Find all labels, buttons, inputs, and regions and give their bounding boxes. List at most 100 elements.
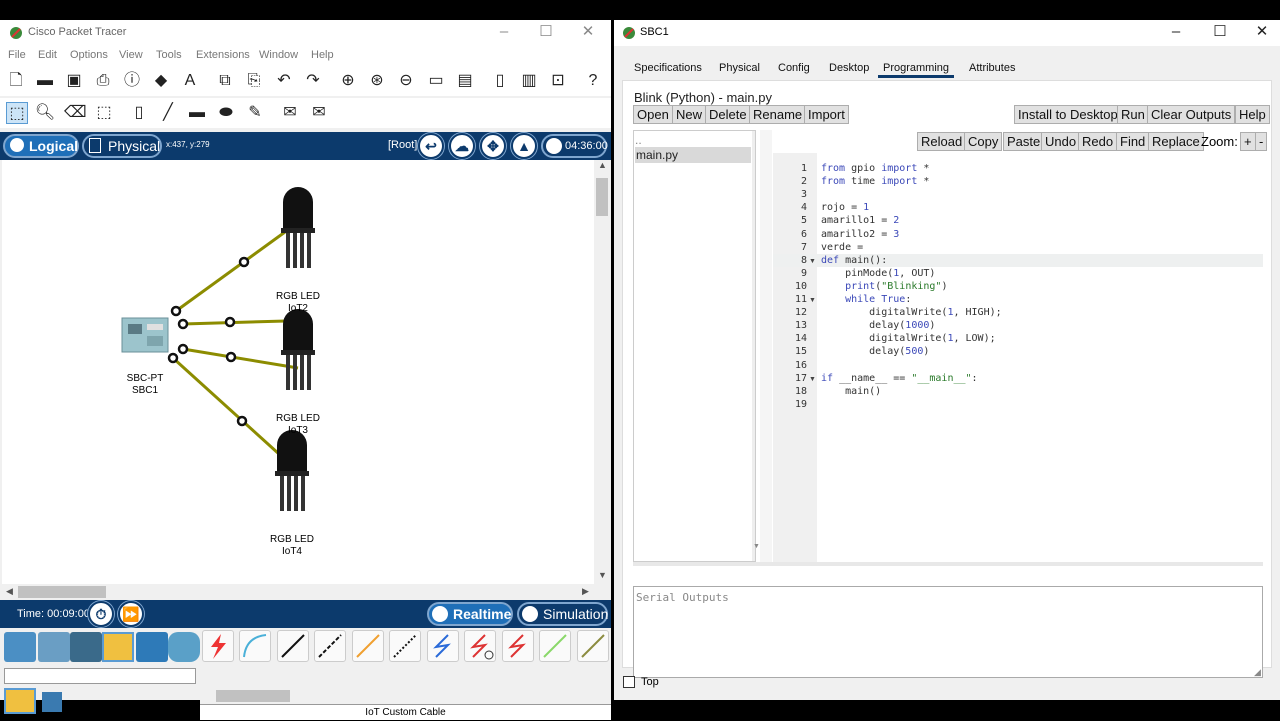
info-icon[interactable]: ⓘ xyxy=(121,70,143,92)
fold-arrow-icon[interactable]: ▼ xyxy=(809,376,816,383)
screenshot-icon[interactable]: ⊡ xyxy=(547,70,569,92)
menu-window[interactable]: Window xyxy=(259,49,298,61)
run-button[interactable]: Run xyxy=(1117,105,1149,124)
realtime-button[interactable]: Realtime xyxy=(427,602,513,626)
top-checkbox[interactable] xyxy=(623,676,635,688)
wizard-icon[interactable]: A xyxy=(179,70,201,92)
redo-icon[interactable]: ↷ xyxy=(302,70,324,92)
logical-workspace[interactable]: RGB LED IoT2 RGB LED IoT3 RGB LED IoT4 S… xyxy=(2,160,594,584)
network-info-icon[interactable]: ◆ xyxy=(150,70,172,92)
copy-button[interactable]: Copy xyxy=(964,132,1003,151)
undo-icon[interactable]: ↶ xyxy=(273,70,295,92)
new-button[interactable]: New xyxy=(672,105,707,124)
resize-grip-icon[interactable]: ◢ xyxy=(1254,667,1261,678)
complex-pdu-icon[interactable]: ✉ xyxy=(308,102,330,124)
document-icon[interactable]: ▯ xyxy=(489,70,511,92)
note-icon[interactable]: ▯ xyxy=(128,102,150,124)
connections-icon[interactable] xyxy=(102,632,134,662)
components-icon[interactable] xyxy=(70,632,102,662)
inspect-icon[interactable]: 🔍︎ xyxy=(34,102,56,124)
physical-tab[interactable]: Physical xyxy=(82,134,162,158)
menu-extensions[interactable]: Extensions xyxy=(196,49,250,61)
undo-button[interactable]: Undo xyxy=(1041,132,1081,151)
serial-outputs[interactable]: Serial Outputs ◢ xyxy=(633,586,1263,678)
menu-edit[interactable]: Edit xyxy=(38,49,57,61)
zoom-in-icon[interactable]: ⊕ xyxy=(337,70,359,92)
workspace-hscroll[interactable]: ◀ ▶ xyxy=(2,584,594,600)
device-search-input[interactable] xyxy=(4,668,196,684)
tab-physical[interactable]: Physical xyxy=(719,62,760,74)
simulation-button[interactable]: Simulation xyxy=(517,602,608,626)
power-cycle-icon[interactable]: ⏱ xyxy=(88,601,114,627)
octal-cable-icon[interactable] xyxy=(539,630,571,662)
minimize-button[interactable]: – xyxy=(482,20,526,46)
zoom-out-icon[interactable]: ⊖ xyxy=(395,70,417,92)
palette-icon[interactable]: ▭ xyxy=(425,70,447,92)
save-icon[interactable]: ▣ xyxy=(63,70,85,92)
sbc-maximize-button[interactable]: ☐ xyxy=(1198,20,1242,46)
menu-options[interactable]: Options xyxy=(70,49,108,61)
file-item-parent[interactable]: .. xyxy=(635,133,642,147)
multiuser-icon[interactable] xyxy=(168,632,200,662)
copy-icon[interactable]: ⧉ xyxy=(214,70,236,92)
rectangle-icon[interactable]: ▬ xyxy=(186,102,208,124)
sbc-board-icon[interactable] xyxy=(121,317,169,353)
end-devices-icon[interactable] xyxy=(38,632,70,662)
clear-outputs-button[interactable]: Clear Outputs xyxy=(1147,105,1236,124)
line-icon[interactable]: ╱ xyxy=(157,102,179,124)
coaxial-cable-icon[interactable] xyxy=(427,630,459,662)
delete-icon[interactable]: ⌫ xyxy=(64,102,87,124)
scroll-right-icon[interactable]: ▶ xyxy=(582,586,589,597)
replace-button[interactable]: Replace xyxy=(1148,132,1204,151)
file-item-main[interactable]: main.py xyxy=(635,147,751,163)
redo-button[interactable]: Redo xyxy=(1078,132,1118,151)
paste-icon[interactable]: ⎘ xyxy=(243,70,265,92)
misc-icon[interactable] xyxy=(136,632,168,662)
new-file-icon[interactable]: 🗋 xyxy=(5,70,27,92)
close-button[interactable]: ✕ xyxy=(566,20,610,46)
file-list-scroll-down-icon[interactable]: ▼ xyxy=(753,543,760,550)
logical-tab[interactable]: Logical xyxy=(3,134,79,158)
phone-cable-icon[interactable] xyxy=(389,630,421,662)
find-button[interactable]: Find xyxy=(1116,132,1150,151)
open-button[interactable]: Open xyxy=(633,105,673,124)
paste-button[interactable]: Paste xyxy=(1003,132,1045,151)
auto-cable-icon[interactable] xyxy=(202,630,234,662)
zoom-reset-icon[interactable]: ⊛ xyxy=(366,70,388,92)
cable-iot4[interactable] xyxy=(171,356,281,456)
serial-dce-icon[interactable] xyxy=(464,630,496,662)
fiber-cable-icon[interactable] xyxy=(352,630,384,662)
rename-button[interactable]: Rename xyxy=(749,105,807,124)
help-icon[interactable]: ? xyxy=(582,70,604,92)
import-button[interactable]: Import xyxy=(804,105,849,124)
rgb-led-iot4-icon[interactable] xyxy=(275,430,309,511)
back-icon[interactable]: ↩ xyxy=(418,133,444,159)
tab-attributes[interactable]: Attributes xyxy=(969,62,1015,74)
hscroll-thumb[interactable] xyxy=(18,586,106,598)
custom-device-icon[interactable]: ▤ xyxy=(454,70,476,92)
console-cable-icon[interactable] xyxy=(239,630,271,662)
freeform-icon[interactable]: ✎ xyxy=(244,102,266,124)
tab-specifications[interactable]: Specifications xyxy=(634,62,702,74)
resize-icon[interactable]: ⬚ xyxy=(93,102,115,124)
help-button[interactable]: Help xyxy=(1235,105,1270,124)
workspace-vscroll[interactable]: ▲ ▼ xyxy=(594,160,610,584)
scroll-left-icon[interactable]: ◀ xyxy=(6,586,13,597)
menu-file[interactable]: File xyxy=(8,49,26,61)
lightning-connections-icon[interactable] xyxy=(4,688,36,714)
zoom-out-button[interactable]: - xyxy=(1255,132,1268,151)
scroll-up-icon[interactable]: ▲ xyxy=(598,160,607,170)
splitter[interactable] xyxy=(760,130,772,562)
open-folder-icon[interactable]: ▬ xyxy=(34,70,56,92)
cable-hscroll-thumb[interactable] xyxy=(216,690,290,702)
clock-display[interactable]: 04:36:00 xyxy=(541,134,608,158)
sbc-minimize-button[interactable]: – xyxy=(1154,20,1198,46)
sbc-close-button[interactable]: ✕ xyxy=(1240,20,1280,46)
zoom-in-button[interactable]: + xyxy=(1240,132,1256,151)
cable-hscroll[interactable] xyxy=(200,688,611,704)
grid-icon[interactable] xyxy=(42,692,62,712)
tab-config[interactable]: Config xyxy=(778,62,810,74)
maximize-button[interactable]: ☐ xyxy=(524,20,568,46)
fold-arrow-icon[interactable]: ▼ xyxy=(809,258,816,265)
network-devices-icon[interactable] xyxy=(4,632,36,662)
